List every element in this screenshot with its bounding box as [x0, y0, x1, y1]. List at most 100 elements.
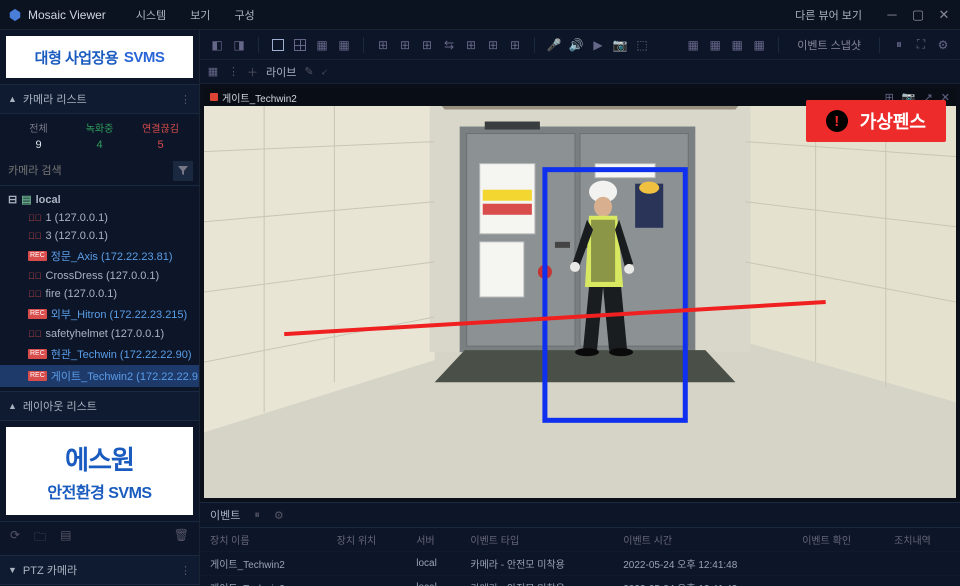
disconnected-icon: ⬤⃠ — [28, 329, 42, 339]
camera-name: CrossDress (127.0.0.1) — [46, 270, 160, 282]
events-settings-icon[interactable]: ⚙ — [274, 509, 284, 522]
count-recording-value: 4 — [69, 139, 130, 151]
events-col-device[interactable]: 장치 이름 — [200, 528, 327, 552]
layout-tab-icon[interactable]: ▦ — [206, 65, 220, 79]
filter-icon[interactable] — [173, 161, 193, 181]
layout-a-icon[interactable]: ▦ — [313, 36, 331, 54]
camera-counts: 전체 9 녹화중 4 연결끊김 5 — [0, 114, 199, 157]
tree-root[interactable]: ⊟ ▤ local — [0, 190, 199, 209]
camera-tree-item[interactable]: ⬤⃠3 (127.0.0.1) — [0, 227, 199, 245]
camera-name: 정문_Axis (172.22.23.81) — [51, 248, 173, 264]
camera-tree-item[interactable]: ⬤⃠fire (127.0.0.1) — [0, 285, 199, 303]
main-area: ◧ ◨ ▦ ▦ ⊞ ⊞ ⊞ ⇆ ⊞ ⊞ ⊞ 🎤 — [200, 30, 960, 586]
camera-name: 3 (127.0.0.1) — [46, 230, 108, 242]
maximize-button[interactable]: ▢ — [910, 8, 926, 22]
more-icon[interactable]: ⋮ — [180, 93, 191, 106]
left-panel-toggle-icon[interactable]: ◧ — [208, 36, 226, 54]
right-panel-toggle-icon[interactable]: ◨ — [230, 36, 248, 54]
server-icon: ▤ — [21, 193, 31, 206]
minus-icon: ⊟ — [8, 193, 17, 206]
layout-b-icon[interactable]: ▦ — [335, 36, 353, 54]
grid-fav-icon[interactable]: ⊞ — [484, 36, 502, 54]
camera-tree-item[interactable]: REC 현관_Techwin (172.22.22.90) — [0, 343, 199, 365]
tab-dots-icon[interactable]: ⋮ — [228, 65, 239, 78]
camera-tree-item[interactable]: REC 정문_Axis (172.22.23.81) — [0, 245, 199, 267]
grid-4x4-icon[interactable]: ⊞ — [396, 36, 414, 54]
layout-2x2-icon[interactable] — [291, 36, 309, 54]
menu-config[interactable]: 구성 — [224, 3, 264, 27]
delete-icon[interactable]: 🗑 — [174, 528, 189, 549]
mic-icon[interactable]: 🎤 — [545, 36, 563, 54]
event-row[interactable]: 게이트_Techwin2local카메라 - 안전모 미착용2022-05-24… — [200, 576, 960, 586]
layout-icon[interactable]: ▤ — [60, 528, 71, 549]
recording-icon: REC — [28, 349, 47, 359]
settings-icon[interactable]: ⚙ — [934, 36, 952, 54]
close-button[interactable]: ✕ — [936, 8, 952, 22]
camera-tree: ⊟ ▤ local ⬤⃠1 (127.0.0.1)⬤⃠3 (127.0.0.1)… — [0, 186, 199, 391]
grid-custom-icon[interactable]: ⊞ — [418, 36, 436, 54]
minimize-button[interactable]: ─ — [884, 8, 900, 22]
events-pause-icon[interactable]: ⏸ — [254, 509, 260, 522]
camera-snapshot-icon[interactable]: 📷 — [611, 36, 629, 54]
video-camera-name: 게이트_Techwin2 — [222, 90, 297, 105]
grid-3x3-icon[interactable]: ⊞ — [374, 36, 392, 54]
ptz-header[interactable]: ▼ PTZ 카메라 ⋮ — [0, 555, 199, 585]
events-col-action[interactable]: 조치내역 — [884, 528, 960, 552]
speaker-icon[interactable]: 🔊 — [567, 36, 585, 54]
brand-logo-top: 대형 사업장용 SVMS — [6, 36, 193, 78]
grid-swap-icon[interactable]: ⇆ — [440, 36, 458, 54]
pause-icon[interactable]: ⏸ — [890, 36, 908, 54]
camera-tree-item[interactable]: ⬤⃠CrossDress (127.0.0.1) — [0, 267, 199, 285]
edit-tab-icon[interactable]: ✎ — [304, 65, 313, 78]
add-tab-icon[interactable]: ＋ — [247, 64, 258, 80]
events-col-server[interactable]: 서버 — [406, 528, 460, 552]
clip-icon[interactable]: ⬚ — [633, 36, 651, 54]
camera-name: 현관_Techwin (172.22.22.90) — [51, 346, 192, 362]
events-col-event_ack[interactable]: 이벤트 확인 — [792, 528, 884, 552]
folder-icon[interactable]: 🗀 — [34, 528, 46, 549]
play-icon[interactable]: ▶ — [589, 36, 607, 54]
recording-indicator-icon — [210, 93, 218, 101]
live-tab-label[interactable]: 라이브 — [266, 64, 296, 80]
menu-view[interactable]: 보기 — [180, 3, 220, 27]
count-disconnected-value: 5 — [130, 139, 191, 151]
disconnected-icon: ⬤⃠ — [28, 289, 42, 299]
count-recording-label: 녹화중 — [69, 120, 130, 135]
camera-list-header[interactable]: ▲ 카메라 리스트 ⋮ — [0, 84, 199, 114]
event-snapshot-label[interactable]: 이벤트 스냅샷 — [789, 35, 869, 55]
camera-tree-item[interactable]: REC게이트_Techwin2 (172.22.22.91) — [0, 365, 199, 387]
layout-r3-icon[interactable]: ▦ — [728, 36, 746, 54]
layout-list-header[interactable]: ▲ 레이아웃 리스트 — [0, 391, 199, 421]
tab-bar: ▦ ⋮ ＋ 라이브 ✎ ↓ — [200, 60, 960, 84]
menu-other-viewer[interactable]: 다른 뷰어 보기 — [785, 3, 872, 27]
menu-system[interactable]: 시스템 — [126, 3, 176, 27]
camera-name: 1 (127.0.0.1) — [46, 212, 108, 224]
layout-r4-icon[interactable]: ▦ — [750, 36, 768, 54]
fullscreen-icon[interactable]: ⛶ — [912, 36, 930, 54]
video-tile[interactable]: 게이트_Techwin2 ⊞ 📷 ↗ ✕ ! 가상펜스 — [204, 88, 956, 498]
camera-name: 외부_Hitron (172.22.23.215) — [51, 306, 187, 322]
camera-scene — [204, 106, 956, 498]
warning-icon: ! — [826, 110, 848, 132]
layout-r2-icon[interactable]: ▦ — [706, 36, 724, 54]
event-row[interactable]: 게이트_Techwin2local카메라 - 안전모 미착용2022-05-24… — [200, 552, 960, 576]
layout-list-label: 레이아웃 리스트 — [23, 398, 97, 414]
camera-tree-item[interactable]: REC외부_Hitron (172.22.23.215) — [0, 303, 199, 325]
grid-auto-icon[interactable]: ⊞ — [462, 36, 480, 54]
camera-tree-item[interactable]: ⬤⃠safetyhelmet (127.0.0.1) — [0, 325, 199, 343]
camera-tree-item[interactable]: ⬤⃠1 (127.0.0.1) — [0, 209, 199, 227]
reload-icon[interactable]: ⟳ — [10, 528, 20, 549]
more-icon[interactable]: ⋮ — [180, 564, 191, 577]
recording-icon: REC — [28, 251, 47, 261]
grid-add-icon[interactable]: ⊞ — [506, 36, 524, 54]
events-col-location[interactable]: 장치 위치 — [327, 528, 407, 552]
events-col-event_time[interactable]: 이벤트 시간 — [613, 528, 792, 552]
pin-tab-icon[interactable]: ↓ — [318, 65, 330, 77]
events-col-event_type[interactable]: 이벤트 타입 — [460, 528, 613, 552]
events-table: 장치 이름장치 위치서버이벤트 타입이벤트 시간이벤트 확인조치내역 게이트_T… — [200, 528, 960, 586]
layout-r1-icon[interactable]: ▦ — [684, 36, 702, 54]
titlebar: Mosaic Viewer 시스템 보기 구성 다른 뷰어 보기 ─ ▢ ✕ — [0, 0, 960, 30]
count-total-label: 전체 — [8, 120, 69, 135]
layout-1x1-icon[interactable] — [269, 36, 287, 54]
camera-search-input[interactable] — [6, 161, 173, 181]
